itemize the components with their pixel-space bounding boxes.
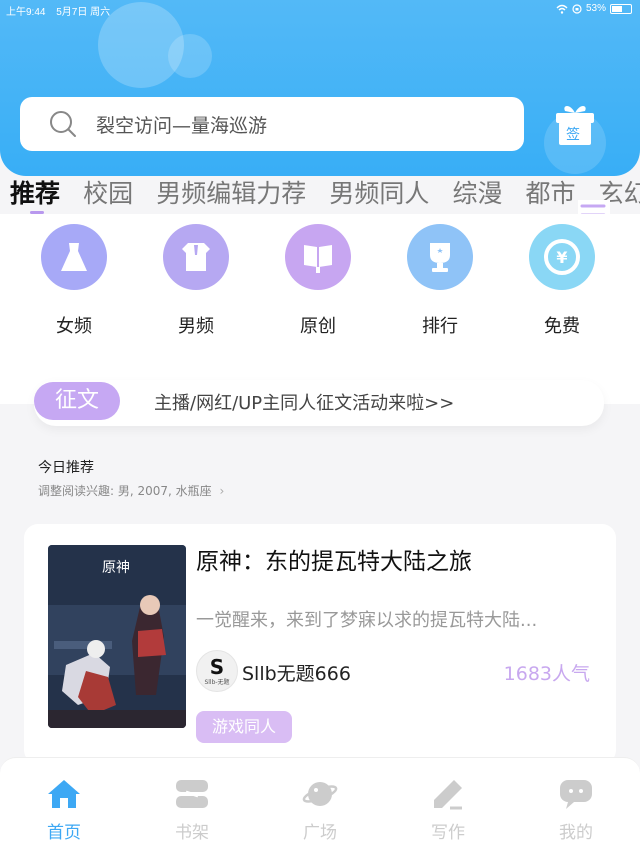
avatar-letter: S: [209, 654, 225, 679]
nav-label: 写作: [431, 823, 465, 843]
genre-tag[interactable]: 游戏同人: [196, 711, 292, 743]
tab-male-fanfic[interactable]: 男频同人: [329, 174, 429, 210]
tab-anime[interactable]: 综漫: [452, 174, 502, 210]
interest-settings-link[interactable]: 调整阅读兴趣: 男, 2007, 水瓶座 ›: [38, 482, 224, 499]
category-label: 女频: [56, 316, 92, 337]
nav-label: 书架: [175, 823, 209, 843]
book-cover[interactable]: 原神: [48, 545, 186, 728]
category-female[interactable]: 女频: [34, 224, 114, 338]
contest-badge: 征文: [34, 382, 120, 420]
author-avatar[interactable]: S Sllb-无题: [196, 650, 238, 692]
sign-in-gift-button[interactable]: 签: [552, 101, 598, 147]
book-card[interactable]: 原神 原神：东的提瓦特大陆之旅 一觉醒来，来到了梦寐以求的提瓦特大陆... S …: [24, 524, 616, 764]
dress-icon: [41, 224, 107, 290]
status-bar: 上午9:44 5月7日 周六 53%: [0, 0, 640, 18]
nav-home[interactable]: 首页: [24, 776, 104, 843]
nav-bookshelf[interactable]: 书架: [152, 776, 232, 843]
category-free[interactable]: ¥ 免费: [522, 224, 602, 338]
category-male[interactable]: 男频: [156, 224, 236, 338]
battery-percent: 53%: [585, 3, 606, 14]
tab-recommend[interactable]: 推荐: [10, 174, 60, 210]
orientation-lock-icon: [572, 3, 582, 14]
search-icon: [50, 111, 76, 137]
coin-icon: ¥: [529, 224, 595, 290]
tab-urban[interactable]: 都市: [526, 174, 576, 210]
category-label: 原创: [300, 316, 336, 337]
pencil-icon: [428, 776, 468, 812]
status-date: 5月7日 周六: [56, 7, 111, 18]
search-bar[interactable]: 裂空访问—量海巡游: [20, 97, 524, 151]
tab-campus[interactable]: 校园: [83, 174, 133, 210]
category-original[interactable]: 原创: [278, 224, 358, 338]
svg-text:¥: ¥: [556, 248, 567, 267]
battery-icon: [610, 3, 632, 14]
category-label: 排行: [422, 316, 458, 337]
section-title: 今日推荐: [38, 460, 94, 476]
book-description: 一觉醒来，来到了梦寐以求的提瓦特大陆...: [196, 610, 538, 631]
contest-banner[interactable]: 征文 主播/网红/UP主同人征文活动来啦>>: [34, 380, 604, 426]
gift-label: 签: [566, 127, 580, 143]
decorative-bubble: [168, 34, 212, 78]
category-label: 免费: [544, 316, 580, 337]
nav-label: 首页: [47, 823, 81, 843]
chevron-right-icon: ›: [219, 484, 225, 498]
category-ranking[interactable]: 排行: [400, 224, 480, 338]
wifi-icon: [556, 4, 568, 14]
status-time: 上午9:44: [6, 7, 46, 18]
book-title[interactable]: 原神：东的提瓦特大陆之旅: [196, 542, 472, 576]
shirt-icon: [163, 224, 229, 290]
planet-icon: [300, 776, 340, 812]
nav-label: 广场: [303, 823, 337, 843]
chat-icon: [556, 776, 596, 812]
trophy-icon: [407, 224, 473, 290]
avatar-text: Sllb-无题: [204, 678, 230, 686]
book-icon: [285, 224, 351, 290]
interest-settings-text: 调整阅读兴趣: 男, 2007, 水瓶座: [38, 484, 212, 498]
cover-logo-text: 原神: [102, 560, 130, 576]
category-label: 男频: [178, 316, 214, 337]
author-name[interactable]: Sllb无题666: [242, 659, 351, 686]
home-icon: [44, 776, 84, 812]
bottom-nav: 首页 书架 广场 写作 我的: [0, 757, 640, 853]
contest-text: 主播/网红/UP主同人征文活动来啦>>: [154, 393, 455, 414]
search-placeholder: 裂空访问—量海巡游: [96, 114, 268, 137]
tab-male-editor-picks[interactable]: 男频编辑力荐: [156, 174, 306, 210]
nav-square[interactable]: 广场: [280, 776, 360, 843]
nav-label: 我的: [559, 823, 593, 843]
bookshelf-icon: [172, 776, 212, 812]
nav-write[interactable]: 写作: [408, 776, 488, 843]
category-tabs: 推荐 校园 男频编辑力荐 男频同人 综漫 都市 玄幻: [10, 174, 640, 214]
popularity-count: 1683人气: [503, 663, 590, 685]
nav-mine[interactable]: 我的: [536, 776, 616, 843]
